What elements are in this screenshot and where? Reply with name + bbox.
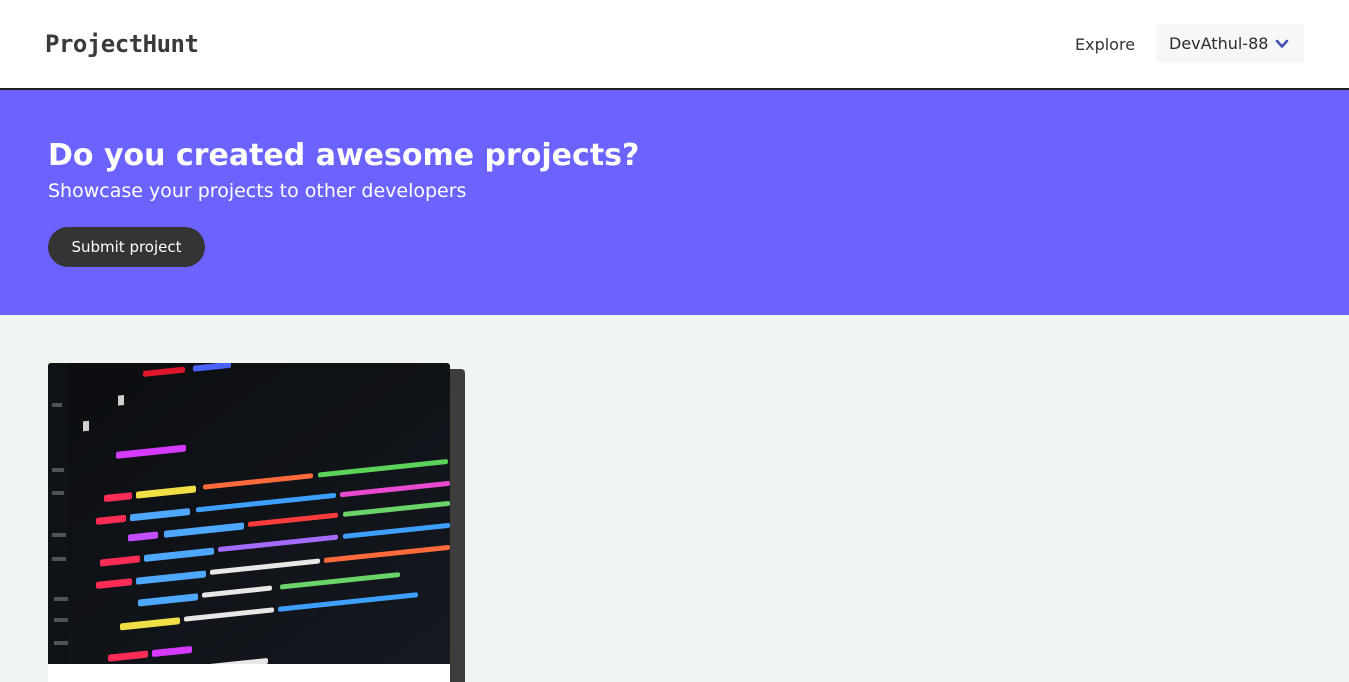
hero-title: Do you created awesome projects? bbox=[48, 138, 640, 173]
code-screenshot-image bbox=[48, 363, 450, 664]
username-label: DevAthul-88 bbox=[1169, 34, 1269, 53]
submit-project-button[interactable]: Submit project bbox=[48, 227, 205, 267]
projects-section bbox=[0, 315, 1349, 682]
hero-subtitle: Showcase your projects to other develope… bbox=[48, 180, 467, 202]
chevron-down-icon bbox=[1275, 39, 1289, 48]
top-navbar: ProjectHunt Explore DevAthul-88 bbox=[0, 0, 1349, 90]
project-card[interactable] bbox=[48, 363, 450, 682]
user-menu-dropdown[interactable]: DevAthul-88 bbox=[1156, 24, 1304, 63]
site-logo[interactable]: ProjectHunt bbox=[45, 28, 199, 60]
nav-link-explore[interactable]: Explore bbox=[1075, 34, 1135, 56]
hero-banner: Do you created awesome projects? Showcas… bbox=[0, 90, 1349, 315]
